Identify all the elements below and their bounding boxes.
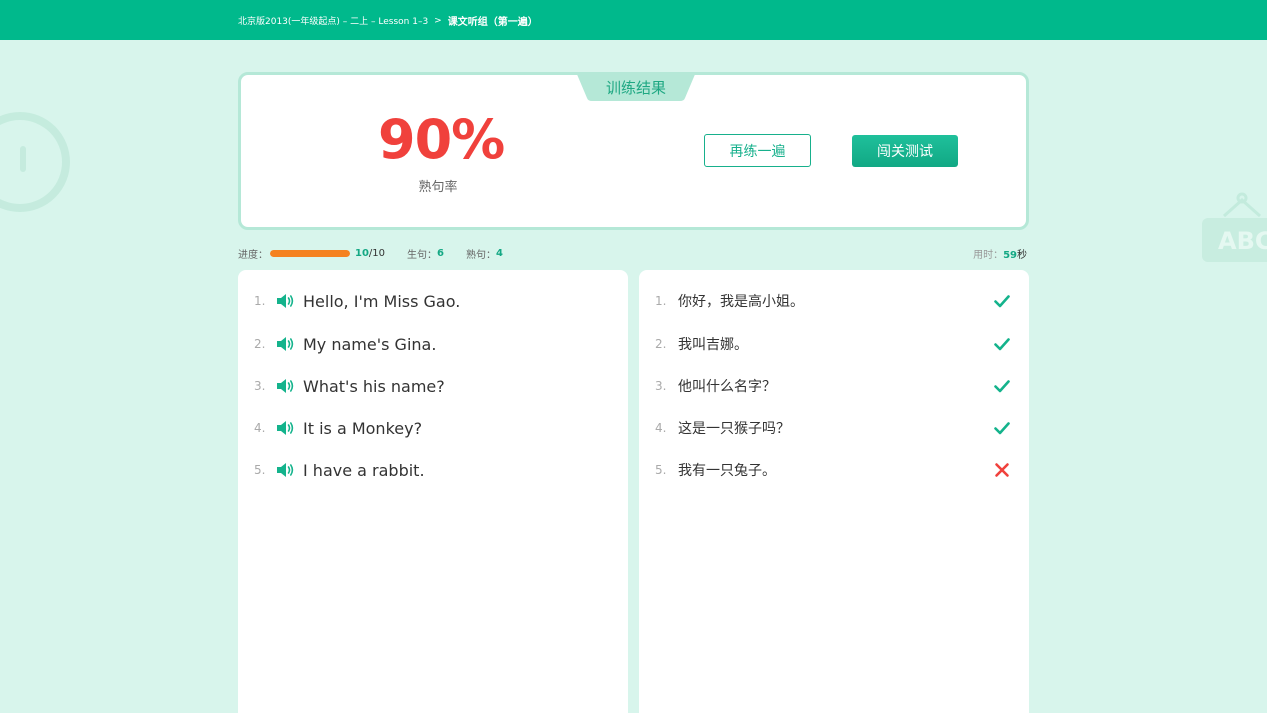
clock-decoration-icon bbox=[0, 112, 70, 212]
result-tab: 训练结果 bbox=[576, 72, 696, 101]
item-index: 5. bbox=[254, 463, 266, 477]
english-sentence: Hello, I'm Miss Gao. bbox=[303, 291, 461, 311]
list-item: 3. What's his name? bbox=[238, 371, 628, 401]
list-item: 4. It is a Monkey? bbox=[238, 413, 628, 443]
check-icon bbox=[994, 380, 1010, 393]
top-bar: 北京版2013(一年级起点) – 二上 – Lesson 1–3 > 课文听组（… bbox=[0, 0, 1267, 40]
familiar-sentence-count: 4 bbox=[495, 247, 503, 259]
chinese-sentence: 这是一只猴子吗？ bbox=[678, 421, 790, 437]
item-index: 1. bbox=[254, 294, 266, 308]
speaker-icon[interactable] bbox=[276, 293, 294, 309]
speaker-icon[interactable] bbox=[276, 378, 294, 394]
list-item: 1. Hello, I'm Miss Gao. bbox=[238, 286, 628, 316]
item-index: 1. bbox=[655, 294, 667, 308]
result-tab-title: 训练结果 bbox=[605, 79, 666, 97]
check-icon bbox=[994, 295, 1010, 308]
retry-button[interactable]: 再练一遍 bbox=[704, 134, 811, 167]
english-sentence: My name's Gina. bbox=[303, 334, 437, 354]
check-icon bbox=[994, 338, 1010, 351]
breadcrumb-path[interactable]: 北京版2013(一年级起点) – 二上 – Lesson 1–3 bbox=[238, 14, 428, 27]
chinese-sentence: 我叫吉娜。 bbox=[678, 337, 748, 353]
cross-icon bbox=[995, 463, 1009, 477]
progress-total: /10 bbox=[368, 247, 386, 259]
familiar-sentence-label: 熟句： bbox=[465, 249, 496, 261]
stats-row: 进度： 10 /10 生句： 6 熟句： 4 bbox=[238, 246, 503, 261]
time-label: 用时： bbox=[973, 250, 1004, 261]
item-index: 2. bbox=[254, 337, 266, 351]
new-sentence-label: 生句： bbox=[407, 249, 438, 261]
progress-done: 10 bbox=[355, 247, 369, 259]
breadcrumb: 北京版2013(一年级起点) – 二上 – Lesson 1–3 > 课文听组（… bbox=[238, 13, 538, 29]
progress-bar bbox=[270, 249, 350, 257]
progress-label: 进度： bbox=[238, 249, 268, 261]
check-icon bbox=[994, 422, 1010, 435]
abc-board-decoration: ABC bbox=[1202, 218, 1267, 262]
speaker-icon[interactable] bbox=[276, 462, 294, 478]
english-sentence: What's his name? bbox=[303, 376, 445, 396]
chinese-sentence: 我有一只兔子。 bbox=[678, 463, 776, 479]
item-index: 3. bbox=[254, 379, 266, 393]
speaker-icon[interactable] bbox=[276, 336, 294, 352]
english-sentence: It is a Monkey? bbox=[303, 418, 423, 438]
time-used: 用时：59秒 bbox=[973, 246, 1027, 261]
time-value: 59 bbox=[1003, 250, 1017, 261]
list-item: 2. 我叫吉娜。 bbox=[639, 329, 1029, 359]
item-index: 2. bbox=[655, 337, 667, 351]
english-sentence: I have a rabbit. bbox=[303, 460, 425, 480]
list-item: 3. 他叫什么名字？ bbox=[639, 371, 1029, 401]
hanger-decoration-icon bbox=[1223, 192, 1261, 218]
list-item: 1. 你好，我是高小姐。 bbox=[639, 286, 1029, 316]
result-card: 训练结果 90% 熟句率 再练一遍 闯关测试 bbox=[238, 72, 1029, 230]
item-index: 5. bbox=[655, 463, 667, 477]
list-item: 4. 这是一只猴子吗？ bbox=[639, 413, 1029, 443]
list-item: 2. My name's Gina. bbox=[238, 329, 628, 359]
item-index: 4. bbox=[655, 421, 667, 435]
speaker-icon[interactable] bbox=[276, 420, 294, 436]
challenge-test-button[interactable]: 闯关测试 bbox=[852, 135, 958, 167]
new-sentence-count: 6 bbox=[437, 247, 444, 259]
list-item: 5. 我有一只兔子。 bbox=[639, 455, 1029, 485]
item-index: 4. bbox=[254, 421, 266, 435]
chinese-sentence: 你好，我是高小姐。 bbox=[678, 294, 804, 310]
progress-fill bbox=[270, 249, 350, 257]
time-unit: 秒 bbox=[1017, 250, 1027, 261]
list-item: 5. I have a rabbit. bbox=[238, 455, 628, 485]
item-index: 3. bbox=[655, 379, 667, 393]
breadcrumb-separator: > bbox=[434, 15, 442, 26]
score-value: 90% bbox=[378, 108, 505, 171]
chinese-sentence-list: 1. 你好，我是高小姐。 2. 我叫吉娜。 3. 他叫什么名字？ 4. 这是一只… bbox=[639, 270, 1029, 713]
english-sentence-list: 1. Hello, I'm Miss Gao. 2. My name's Gin… bbox=[238, 270, 628, 713]
breadcrumb-current: 课文听组（第一遍） bbox=[447, 17, 538, 28]
chinese-sentence: 他叫什么名字？ bbox=[678, 379, 776, 395]
score-label: 熟句率 bbox=[418, 180, 458, 195]
